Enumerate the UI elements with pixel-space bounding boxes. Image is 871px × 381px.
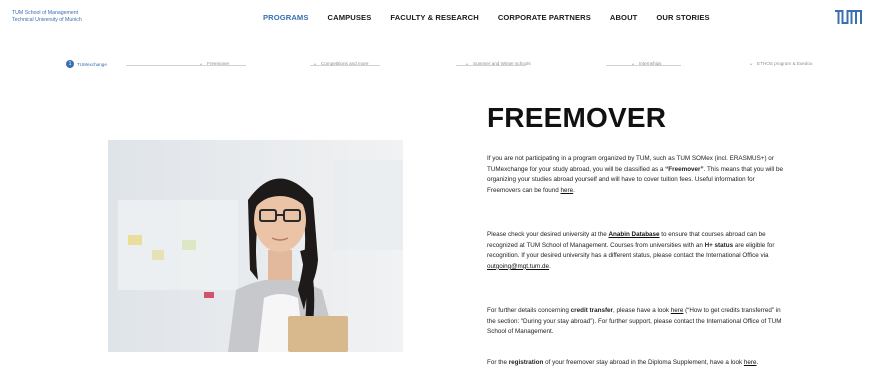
step-label: Summer and Winter schools bbox=[473, 61, 531, 66]
step-number-badge: 1 bbox=[66, 60, 74, 68]
text-span: Please check your desired university at … bbox=[487, 231, 609, 238]
step-freemover[interactable]: ⌄ Freemover bbox=[198, 60, 229, 67]
freemover-info-link[interactable]: here bbox=[561, 187, 574, 194]
chevron-down-icon: ⌄ bbox=[198, 61, 204, 67]
nav-faculty-research[interactable]: FACULTY & RESEARCH bbox=[390, 13, 478, 22]
chevron-down-icon: ⌄ bbox=[630, 61, 636, 67]
registration-term: registration bbox=[508, 359, 544, 366]
text-span: of your freemover stay abroad in the Dip… bbox=[543, 359, 744, 366]
registration-link[interactable]: here bbox=[744, 359, 757, 366]
freemover-term: “Freemover” bbox=[665, 165, 704, 173]
brand-wordmark[interactable]: TUM School of Management Technical Unive… bbox=[12, 10, 82, 24]
h-plus-status: H+ status bbox=[704, 241, 734, 249]
credit-transfer-term: credit transfer bbox=[570, 307, 614, 314]
step-label: Internships bbox=[639, 61, 662, 66]
credit-transfer-paragraph: For further details concerning credit tr… bbox=[487, 306, 787, 338]
chevron-down-icon: ⌄ bbox=[464, 61, 470, 67]
tum-logo[interactable] bbox=[835, 9, 862, 25]
text-span: For further details concerning bbox=[487, 307, 571, 314]
text-span: , please have a look bbox=[613, 307, 671, 314]
step-summer-winter-schools[interactable]: ⌄ Summer and Winter schools bbox=[464, 60, 531, 67]
outgoing-email-link[interactable]: outgoing@mgt.tum.de bbox=[487, 263, 549, 270]
brand-line-2: Technical University of Munich bbox=[12, 17, 82, 23]
step-internships[interactable]: ⌄ Internships bbox=[630, 60, 661, 67]
step-label: Competitions and more bbox=[321, 61, 369, 66]
step-competitions[interactable]: ⌄ Competitions and more bbox=[312, 60, 369, 67]
brand-line-1: TUM School of Management bbox=[12, 10, 79, 16]
chevron-down-icon: ⌄ bbox=[748, 61, 754, 67]
text-span: . bbox=[573, 186, 575, 194]
nav-campuses[interactable]: CAMPUSES bbox=[328, 13, 372, 22]
nav-programs[interactable]: PROGRAMS bbox=[263, 13, 309, 22]
text-span: For the bbox=[487, 359, 509, 366]
text-span: . bbox=[756, 359, 759, 366]
page-title: FREEMOVER bbox=[487, 102, 667, 133]
nav-about[interactable]: ABOUT bbox=[610, 13, 638, 22]
step-label: TUMexchange bbox=[77, 61, 107, 67]
main-nav: PROGRAMS CAMPUSES FACULTY & RESEARCH COR… bbox=[263, 13, 729, 22]
student-portrait-image bbox=[108, 140, 403, 352]
student-photo bbox=[108, 140, 403, 352]
anabin-database-link[interactable]: Anabin Database bbox=[608, 231, 659, 238]
step-label: ETHOS program & Exedou bbox=[757, 61, 813, 66]
credit-transfer-link[interactable]: here bbox=[671, 307, 684, 314]
step-tumexchange[interactable]: 1 TUMexchange bbox=[66, 60, 107, 68]
chevron-down-icon: ⌄ bbox=[312, 61, 318, 67]
step-ethos-program[interactable]: ⌄ ETHOS program & Exedou bbox=[748, 60, 812, 67]
text-span: . bbox=[549, 262, 551, 270]
freemover-intro-paragraph: If you are not participating in a progra… bbox=[487, 154, 787, 196]
site-header: TUM School of Management Technical Unive… bbox=[0, 0, 871, 42]
nav-our-stories[interactable]: OUR STORIES bbox=[656, 13, 709, 22]
registration-paragraph: For the registration of your freemover s… bbox=[487, 358, 787, 369]
step-label: Freemover bbox=[207, 61, 230, 66]
program-stepper: 1 TUMexchange ⌄ Freemover ⌄ Competitions… bbox=[66, 60, 826, 72]
anabin-paragraph: Please check your desired university at … bbox=[487, 230, 787, 272]
nav-corporate-partners[interactable]: CORPORATE PARTNERS bbox=[498, 13, 591, 22]
